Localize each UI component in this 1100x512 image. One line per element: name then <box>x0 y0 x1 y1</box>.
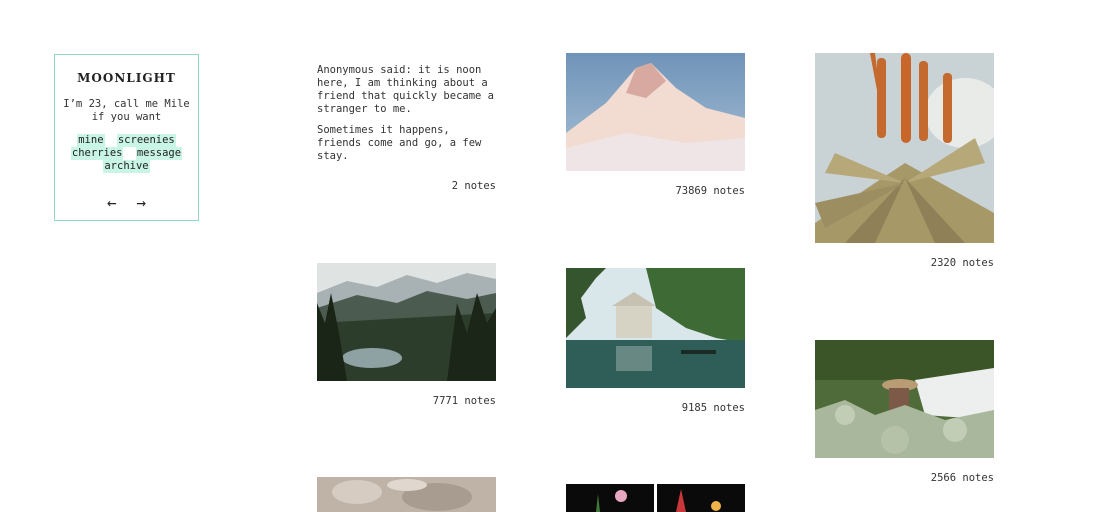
pagination: ← → <box>63 193 190 212</box>
aloe-plant-photo[interactable] <box>815 53 994 243</box>
ask-post: Anonymous said: it is noon here, I am th… <box>317 64 496 171</box>
ask-notes-count[interactable]: 2 notes <box>317 180 496 192</box>
snowy-mountain-photo[interactable] <box>566 53 745 171</box>
lake-temple-photo[interactable] <box>566 268 745 388</box>
forest-lake-photo[interactable] <box>317 263 496 381</box>
garden-notes-count[interactable]: 2566 notes <box>815 472 994 484</box>
ask-answer: Sometimes it happens, friends come and g… <box>317 124 482 162</box>
nav-link-archive[interactable]: archive <box>103 160 150 173</box>
blog-title[interactable]: MOONLIGHT <box>63 71 190 85</box>
nav-link-cherries[interactable]: cherries <box>70 147 124 160</box>
sidebar: MOONLIGHT I’m 23, call me Mile if you wa… <box>54 54 199 221</box>
mountain-notes-count[interactable]: 73869 notes <box>566 185 745 197</box>
garden-person-photo[interactable] <box>815 340 994 458</box>
flowers-photo[interactable] <box>566 484 745 512</box>
forest-notes-count[interactable]: 7771 notes <box>317 395 496 407</box>
nav-link-screenies[interactable]: screenies <box>116 134 176 147</box>
nav-links: mine screenies cherries message archive <box>63 134 190 173</box>
next-page-arrow-icon[interactable]: → <box>136 193 146 212</box>
marble-texture-photo[interactable] <box>317 477 496 512</box>
prev-page-arrow-icon[interactable]: ← <box>107 193 117 212</box>
blog-description: I’m 23, call me Mile if you want <box>63 98 190 123</box>
ask-question: Anonymous said: it is noon here, I am th… <box>317 64 495 115</box>
temple-notes-count[interactable]: 9185 notes <box>566 402 745 414</box>
aloe-notes-count[interactable]: 2320 notes <box>815 257 994 269</box>
nav-link-mine[interactable]: mine <box>77 134 105 147</box>
nav-link-message[interactable]: message <box>135 147 183 160</box>
